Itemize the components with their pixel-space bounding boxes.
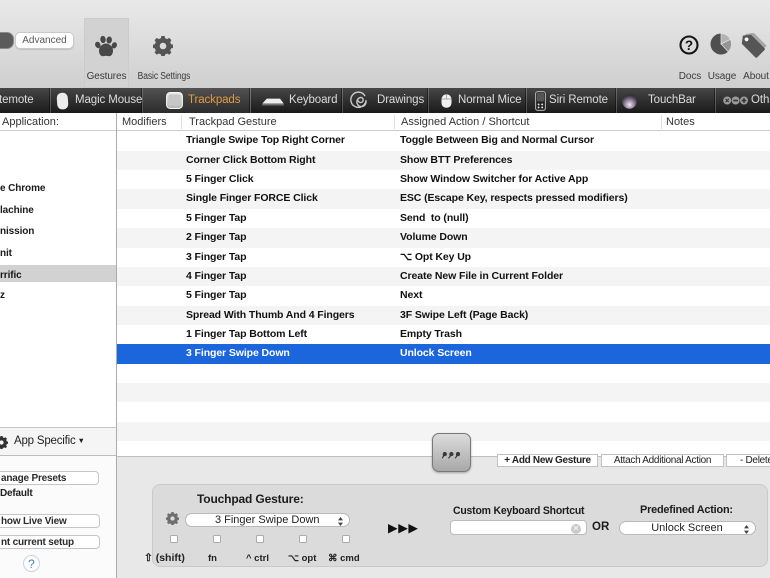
- svg-text:?: ?: [685, 38, 693, 53]
